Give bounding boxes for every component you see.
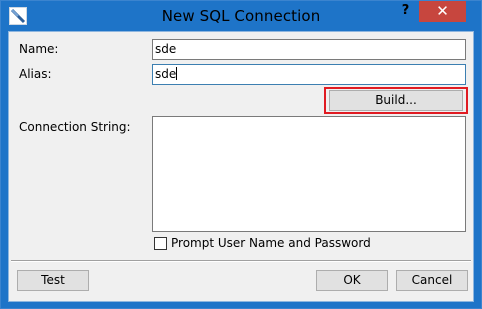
alias-input-value: sde <box>155 67 177 81</box>
help-button[interactable]: ? <box>392 1 419 22</box>
build-button-label: Build... <box>375 93 417 107</box>
cancel-button-label: Cancel <box>411 273 453 287</box>
ok-button-label: OK <box>343 273 361 287</box>
prompt-checkbox[interactable] <box>154 237 167 250</box>
footer-separator <box>11 260 471 262</box>
alias-label: Alias: <box>19 67 52 81</box>
close-icon: ✕ <box>436 2 449 20</box>
title-bar[interactable]: New SQL Connection ? ✕ <box>1 1 481 32</box>
build-button[interactable]: Build... <box>329 90 463 111</box>
connection-string-textarea[interactable] <box>152 116 466 232</box>
name-input[interactable]: sde <box>152 39 466 60</box>
test-button-label: Test <box>41 273 65 287</box>
cancel-button[interactable]: Cancel <box>396 270 468 291</box>
name-label: Name: <box>19 42 59 56</box>
dialog-window: New SQL Connection ? ✕ Name: sde Alias: … <box>0 0 482 309</box>
connection-string-label: Connection String: <box>19 120 131 134</box>
test-button[interactable]: Test <box>17 270 89 291</box>
ok-button[interactable]: OK <box>316 270 388 291</box>
name-input-value: sde <box>155 42 177 56</box>
dialog-body: Name: sde Alias: sde Build... Connection… <box>8 31 474 302</box>
prompt-checkbox-label: Prompt User Name and Password <box>171 236 371 250</box>
help-icon: ? <box>401 3 410 18</box>
alias-input[interactable]: sde <box>152 64 466 85</box>
close-button[interactable]: ✕ <box>419 1 466 22</box>
text-caret <box>176 67 178 80</box>
